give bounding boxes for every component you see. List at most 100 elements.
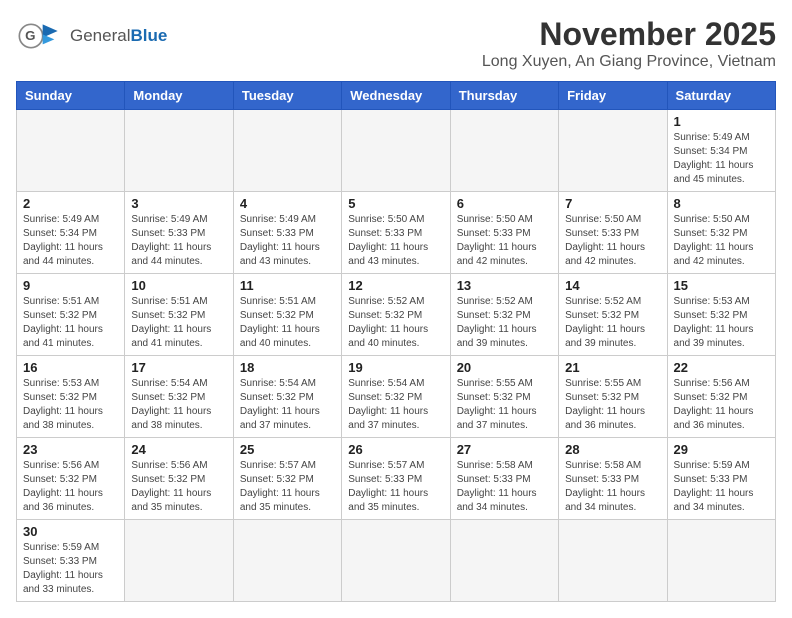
- day-info: Sunrise: 5:56 AM Sunset: 5:32 PM Dayligh…: [23, 459, 118, 515]
- day-number: 19: [348, 360, 443, 375]
- calendar-cell: [667, 520, 775, 602]
- weekday-header-tuesday: Tuesday: [233, 82, 341, 110]
- day-info: Sunrise: 5:51 AM Sunset: 5:32 PM Dayligh…: [240, 295, 335, 351]
- calendar-cell: [125, 520, 233, 602]
- day-number: 11: [240, 278, 335, 293]
- day-info: Sunrise: 5:56 AM Sunset: 5:32 PM Dayligh…: [674, 377, 769, 433]
- calendar-cell: 12Sunrise: 5:52 AM Sunset: 5:32 PM Dayli…: [342, 274, 450, 356]
- day-info: Sunrise: 5:49 AM Sunset: 5:33 PM Dayligh…: [131, 213, 226, 269]
- calendar-cell: 22Sunrise: 5:56 AM Sunset: 5:32 PM Dayli…: [667, 356, 775, 438]
- calendar-cell: 24 Sunrise: 5:56 AM Sunset: 5:32 PM Dayli…: [125, 438, 233, 520]
- day-info: Sunrise: 5:54 AM Sunset: 5:32 PM Dayligh…: [131, 377, 226, 433]
- day-number: 21: [565, 360, 660, 375]
- day-number: 7: [565, 196, 660, 211]
- svg-text:G: G: [25, 28, 35, 43]
- day-info: Sunrise: 5:58 AM Sunset: 5:33 PM Dayligh…: [457, 459, 552, 515]
- day-info: Sunrise: 5:57 AM Sunset: 5:33 PM Dayligh…: [348, 459, 443, 515]
- day-info: Sunrise: 5:50 AM Sunset: 5:33 PM Dayligh…: [457, 213, 552, 269]
- day-number: 4: [240, 196, 335, 211]
- day-number: 8: [674, 196, 769, 211]
- day-number: 3: [131, 196, 226, 211]
- calendar-cell: 26 Sunrise: 5:57 AM Sunset: 5:33 PM Dayli…: [342, 438, 450, 520]
- day-info: Sunrise: 5:49 AM Sunset: 5:34 PM Dayligh…: [674, 131, 769, 187]
- calendar-cell: 20Sunrise: 5:55 AM Sunset: 5:32 PM Dayli…: [450, 356, 558, 438]
- calendar-cell: 25 Sunrise: 5:57 AM Sunset: 5:32 PM Dayli…: [233, 438, 341, 520]
- calendar-cell: 2 Sunrise: 5:49 AM Sunset: 5:34 PM Daylig…: [17, 192, 125, 274]
- calendar-cell: 19 Sunrise: 5:54 AM Sunset: 5:32 PM Dayli…: [342, 356, 450, 438]
- logo-blue: Blue: [130, 26, 167, 45]
- title-area: November 2025 Long Xuyen, An Giang Provi…: [482, 16, 776, 71]
- day-info: Sunrise: 5:51 AM Sunset: 5:32 PM Dayligh…: [23, 295, 118, 351]
- calendar-week-row: 9Sunrise: 5:51 AM Sunset: 5:32 PM Daylig…: [17, 274, 776, 356]
- day-number: 14: [565, 278, 660, 293]
- day-number: 30: [23, 524, 118, 539]
- calendar-week-row: 2 Sunrise: 5:49 AM Sunset: 5:34 PM Daylig…: [17, 192, 776, 274]
- day-number: 15: [674, 278, 769, 293]
- day-info: Sunrise: 5:54 AM Sunset: 5:32 PM Dayligh…: [348, 377, 443, 433]
- calendar-cell: 11 Sunrise: 5:51 AM Sunset: 5:32 PM Dayli…: [233, 274, 341, 356]
- calendar-cell: 27 Sunrise: 5:58 AM Sunset: 5:33 PM Dayli…: [450, 438, 558, 520]
- logo-area: G GeneralBlue: [16, 16, 167, 56]
- day-number: 29: [674, 442, 769, 457]
- weekday-header-sunday: Sunday: [17, 82, 125, 110]
- day-number: 18: [240, 360, 335, 375]
- logo-general: General: [70, 26, 130, 45]
- calendar-cell: 5 Sunrise: 5:50 AM Sunset: 5:33 PM Daylig…: [342, 192, 450, 274]
- day-info: Sunrise: 5:58 AM Sunset: 5:33 PM Dayligh…: [565, 459, 660, 515]
- day-info: Sunrise: 5:50 AM Sunset: 5:33 PM Dayligh…: [348, 213, 443, 269]
- day-number: 13: [457, 278, 552, 293]
- calendar-cell: 30 Sunrise: 5:59 AM Sunset: 5:33 PM Dayli…: [17, 520, 125, 602]
- weekday-header-thursday: Thursday: [450, 82, 558, 110]
- weekday-header-monday: Monday: [125, 82, 233, 110]
- calendar-cell: 7 Sunrise: 5:50 AM Sunset: 5:33 PM Daylig…: [559, 192, 667, 274]
- day-info: Sunrise: 5:50 AM Sunset: 5:33 PM Dayligh…: [565, 213, 660, 269]
- day-info: Sunrise: 5:53 AM Sunset: 5:32 PM Dayligh…: [674, 295, 769, 351]
- day-number: 26: [348, 442, 443, 457]
- day-number: 27: [457, 442, 552, 457]
- day-number: 23: [23, 442, 118, 457]
- calendar-cell: 17 Sunrise: 5:54 AM Sunset: 5:32 PM Dayli…: [125, 356, 233, 438]
- day-number: 17: [131, 360, 226, 375]
- day-info: Sunrise: 5:59 AM Sunset: 5:33 PM Dayligh…: [674, 459, 769, 515]
- calendar-cell: 14Sunrise: 5:52 AM Sunset: 5:32 PM Dayli…: [559, 274, 667, 356]
- weekday-header-friday: Friday: [559, 82, 667, 110]
- day-info: Sunrise: 5:54 AM Sunset: 5:32 PM Dayligh…: [240, 377, 335, 433]
- day-info: Sunrise: 5:57 AM Sunset: 5:32 PM Dayligh…: [240, 459, 335, 515]
- day-number: 2: [23, 196, 118, 211]
- calendar-cell: 18 Sunrise: 5:54 AM Sunset: 5:32 PM Dayli…: [233, 356, 341, 438]
- calendar-cell: 23 Sunrise: 5:56 AM Sunset: 5:32 PM Dayli…: [17, 438, 125, 520]
- calendar-cell: 13Sunrise: 5:52 AM Sunset: 5:32 PM Dayli…: [450, 274, 558, 356]
- day-number: 10: [131, 278, 226, 293]
- calendar-cell: [450, 520, 558, 602]
- calendar-cell: [450, 110, 558, 192]
- weekday-header-wednesday: Wednesday: [342, 82, 450, 110]
- day-number: 16: [23, 360, 118, 375]
- page-header: G GeneralBlue November 2025 Long Xuyen, …: [16, 16, 776, 71]
- calendar-cell: 29 Sunrise: 5:59 AM Sunset: 5:33 PM Dayli…: [667, 438, 775, 520]
- day-info: Sunrise: 5:59 AM Sunset: 5:33 PM Dayligh…: [23, 541, 118, 597]
- calendar-week-row: 16 Sunrise: 5:53 AM Sunset: 5:32 PM Dayli…: [17, 356, 776, 438]
- calendar-cell: [342, 110, 450, 192]
- calendar-cell: 16 Sunrise: 5:53 AM Sunset: 5:32 PM Dayli…: [17, 356, 125, 438]
- day-number: 1: [674, 114, 769, 129]
- day-number: 12: [348, 278, 443, 293]
- day-info: Sunrise: 5:55 AM Sunset: 5:32 PM Dayligh…: [457, 377, 552, 433]
- day-number: 5: [348, 196, 443, 211]
- month-title: November 2025: [482, 16, 776, 53]
- day-number: 28: [565, 442, 660, 457]
- calendar-cell: [233, 520, 341, 602]
- day-number: 25: [240, 442, 335, 457]
- calendar-cell: [342, 520, 450, 602]
- calendar-cell: 21Sunrise: 5:55 AM Sunset: 5:32 PM Dayli…: [559, 356, 667, 438]
- calendar-cell: 28 Sunrise: 5:58 AM Sunset: 5:33 PM Dayli…: [559, 438, 667, 520]
- logo-text: GeneralBlue: [70, 26, 167, 46]
- day-info: Sunrise: 5:53 AM Sunset: 5:32 PM Dayligh…: [23, 377, 118, 433]
- calendar-cell: 10Sunrise: 5:51 AM Sunset: 5:32 PM Dayli…: [125, 274, 233, 356]
- day-number: 6: [457, 196, 552, 211]
- day-info: Sunrise: 5:56 AM Sunset: 5:32 PM Dayligh…: [131, 459, 226, 515]
- day-info: Sunrise: 5:49 AM Sunset: 5:34 PM Dayligh…: [23, 213, 118, 269]
- weekday-header-row: SundayMondayTuesdayWednesdayThursdayFrid…: [17, 82, 776, 110]
- calendar-cell: 3 Sunrise: 5:49 AM Sunset: 5:33 PM Daylig…: [125, 192, 233, 274]
- day-number: 24: [131, 442, 226, 457]
- calendar-cell: 6 Sunrise: 5:50 AM Sunset: 5:33 PM Daylig…: [450, 192, 558, 274]
